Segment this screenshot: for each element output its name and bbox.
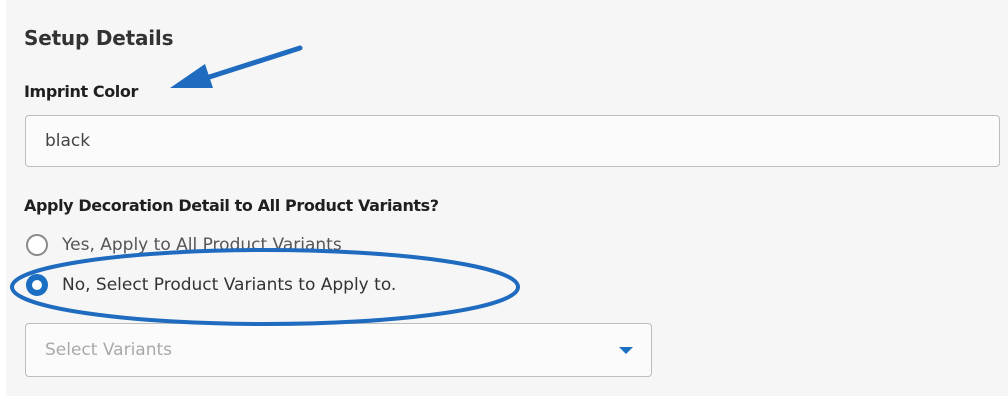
radio-option-yes-label: Yes, Apply to All Product Variants xyxy=(62,235,342,255)
apply-to-all-label: Apply Decoration Detail to All Product V… xyxy=(24,196,439,215)
radio-option-no-label: No, Select Product Variants to Apply to. xyxy=(62,275,397,295)
radio-checked-icon[interactable] xyxy=(26,274,48,296)
imprint-color-input[interactable] xyxy=(25,115,1000,167)
setup-details-panel: Setup Details Imprint Color Apply Decora… xyxy=(6,0,1008,396)
radio-option-no[interactable]: No, Select Product Variants to Apply to. xyxy=(26,274,396,296)
imprint-color-label: Imprint Color xyxy=(24,82,138,101)
section-title: Setup Details xyxy=(24,26,174,50)
select-variants-dropdown[interactable]: Select Variants xyxy=(25,323,652,377)
radio-unchecked-icon[interactable] xyxy=(26,234,48,256)
radio-option-yes[interactable]: Yes, Apply to All Product Variants xyxy=(26,234,342,256)
caret-down-icon[interactable] xyxy=(619,347,633,354)
select-variants-placeholder: Select Variants xyxy=(45,340,173,360)
